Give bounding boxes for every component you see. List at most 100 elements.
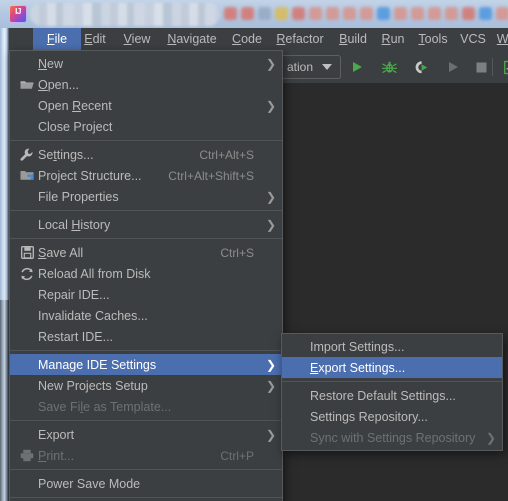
menu-item-label: Import Settings...	[310, 339, 405, 354]
intellij-idea-icon	[9, 5, 27, 23]
menu-separator	[10, 497, 282, 498]
file-menu-item-invalidate-caches[interactable]: Invalidate Caches...	[10, 305, 282, 326]
menu-separator	[282, 381, 502, 382]
file-menu-item-export[interactable]: Export ❯	[10, 424, 282, 445]
submenu-item-import-settings[interactable]: Import Settings...	[282, 336, 502, 357]
menu-item-icon-slot	[16, 357, 38, 373]
file-menu-item-save-all[interactable]: Save All Ctrl+S	[10, 242, 282, 263]
menu-item-label: Local History	[38, 217, 111, 232]
submenu-item-settings-repository[interactable]: Settings Repository...	[282, 406, 502, 427]
stop-button	[471, 57, 491, 77]
menu-item-label: Settings Repository...	[310, 409, 428, 424]
ide-window: FileEditViewNavigateCodeRefactorBuildRun…	[0, 0, 508, 501]
run-configuration-label: ation	[287, 60, 314, 74]
menu-item-icon-slot	[16, 427, 38, 443]
wrench-icon	[20, 148, 33, 161]
menu-item-shortcut: Ctrl+P	[220, 448, 254, 463]
file-menu-item-print: Print... Ctrl+P	[10, 445, 282, 466]
menu-item-icon-slot	[16, 329, 38, 345]
run-with-coverage-button[interactable]	[411, 57, 431, 77]
blurred-tab	[292, 7, 305, 20]
chevron-right-icon: ❯	[265, 56, 277, 71]
menu-item-icon-slot	[16, 287, 38, 303]
menu-item-icon-slot	[288, 430, 310, 446]
print-icon	[20, 449, 34, 462]
window-left-edge-lower	[0, 300, 9, 501]
menu-item-icon-slot	[16, 476, 38, 492]
run-button[interactable]	[347, 57, 367, 77]
file-menu-item-new[interactable]: New ❯	[10, 53, 282, 74]
chevron-right-icon: ❯	[265, 189, 277, 204]
reload-icon	[16, 266, 38, 282]
file-menu-item-local-history[interactable]: Local History ❯	[10, 214, 282, 235]
blurred-tab	[343, 7, 356, 20]
menubar-item-window[interactable]: Window	[485, 28, 508, 50]
menu-item-label: Export Settings...	[310, 360, 406, 375]
menu-item-label: Repair IDE...	[38, 287, 110, 302]
blurred-tab	[241, 7, 254, 20]
menu-item-label: Reload All from Disk	[38, 266, 151, 281]
chevron-right-icon: ❯	[485, 430, 497, 445]
menu-item-label: Open...	[38, 77, 80, 92]
run-configuration-selector[interactable]: ation	[280, 55, 342, 79]
manage-ide-settings-submenu: Import Settings... Export Settings... Rest…	[281, 333, 503, 451]
menu-item-label: Print...	[38, 448, 75, 463]
menu-item-label: Project Structure...	[38, 168, 142, 183]
menu-item-icon-slot	[16, 217, 38, 233]
blurred-tab	[479, 7, 492, 20]
rerun-button	[443, 57, 463, 77]
file-menu-item-manage-ide-settings[interactable]: Manage IDE Settings ❯	[10, 354, 282, 375]
menu-item-label: Export	[38, 427, 75, 442]
file-menu-item-restart-ide[interactable]: Restart IDE...	[10, 326, 282, 347]
menu-item-shortcut: Ctrl+S	[220, 245, 254, 260]
blurred-tab	[411, 7, 424, 20]
bug-icon	[381, 61, 397, 73]
coverage-icon	[415, 60, 427, 73]
file-menu-item-open[interactable]: Open...	[10, 74, 282, 95]
menu-item-icon-slot	[16, 308, 38, 324]
menu-item-label: Save File as Template...	[38, 399, 172, 414]
menu-item-label: Close Project	[38, 119, 113, 134]
file-menu-item-file-properties[interactable]: File Properties ❯	[10, 186, 282, 207]
chevron-right-icon: ❯	[265, 98, 277, 113]
menu-item-shortcut: Ctrl+Alt+Shift+S	[168, 168, 254, 183]
file-menu-item-close-project[interactable]: Close Project	[10, 116, 282, 137]
file-menu-item-new-projects-setup[interactable]: New Projects Setup ❯	[10, 375, 282, 396]
file-menu-item-settings[interactable]: Settings... Ctrl+Alt+S	[10, 144, 282, 165]
blurred-browser-tabs	[222, 0, 508, 28]
chevron-right-icon: ❯	[265, 427, 277, 442]
menu-item-icon-slot	[16, 378, 38, 394]
print-icon	[16, 448, 38, 464]
file-menu-item-reload-all-from-disk[interactable]: Reload All from Disk	[10, 263, 282, 284]
blurred-tab	[360, 7, 373, 20]
menu-item-label: Manage IDE Settings	[38, 357, 157, 372]
menu-separator	[10, 210, 282, 211]
file-menu-item-project-structure[interactable]: Project Structure... Ctrl+Alt+Shift+S	[10, 165, 282, 186]
blurred-tab	[496, 7, 508, 20]
submenu-item-sync-with-settings-repository: Sync with Settings Repository ❯	[282, 427, 502, 448]
file-menu-item-power-save-mode[interactable]: Power Save Mode	[10, 473, 282, 494]
menu-item-icon-slot	[288, 409, 310, 425]
blurred-tab	[275, 7, 288, 20]
file-menu-item-save-file-as-template: Save File as Template...	[10, 396, 282, 417]
chevron-down-icon	[322, 64, 333, 70]
chevron-right-icon: ❯	[265, 357, 277, 372]
menu-item-icon-slot	[16, 399, 38, 415]
menu-item-label: Restore Default Settings...	[310, 388, 456, 403]
submenu-item-restore-default-settings[interactable]: Restore Default Settings...	[282, 385, 502, 406]
menu-item-label: Open Recent	[38, 98, 112, 113]
submenu-item-export-settings[interactable]: Export Settings...	[282, 357, 502, 378]
menu-item-label: Power Save Mode	[38, 476, 141, 491]
menu-item-icon-slot	[16, 56, 38, 72]
save-floppy-icon	[20, 246, 34, 259]
blurred-tab	[258, 7, 271, 20]
blurred-tab	[309, 7, 322, 20]
file-menu-item-open-recent[interactable]: Open Recent ❯	[10, 95, 282, 116]
debug-button[interactable]	[379, 57, 399, 77]
menu-item-label: Save All	[38, 245, 84, 260]
file-menu-item-repair-ide[interactable]: Repair IDE...	[10, 284, 282, 305]
run-toolbar: ation	[280, 50, 508, 84]
profiler-button[interactable]	[502, 57, 508, 77]
toolbar-separator	[492, 58, 493, 76]
menu-item-label: New	[38, 56, 64, 71]
